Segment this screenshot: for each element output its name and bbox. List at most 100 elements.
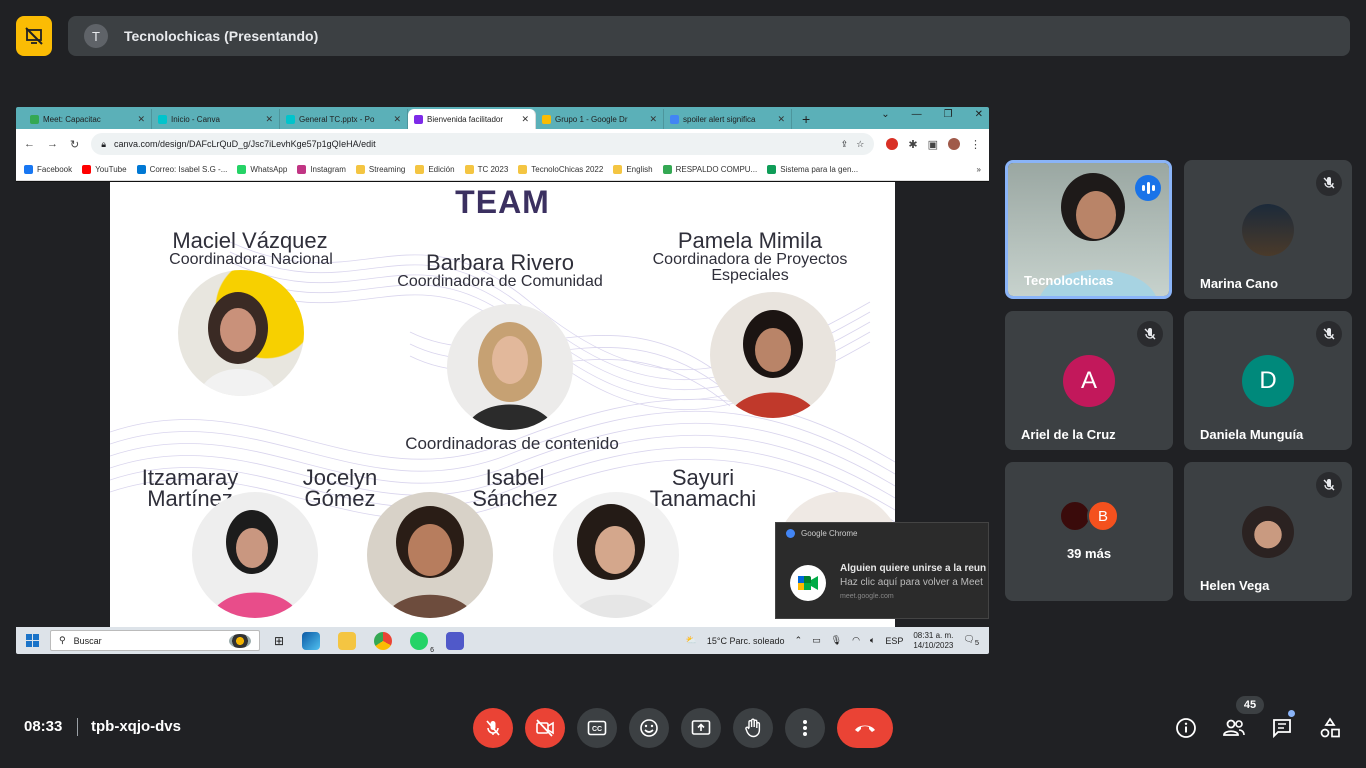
svg-text:CC: CC [592, 726, 602, 733]
address-bar[interactable]: 🔒︎ canva.com/design/DAFcLrQuD_g/Jsc7iLev… [91, 133, 875, 155]
bookmark-folder[interactable]: TecnoloChicas 2022 [518, 165, 603, 174]
browser-tab[interactable]: Inicio - Canva ✕ [152, 109, 280, 129]
wifi-icon[interactable]: ◠ [852, 635, 860, 646]
taskbar-apps: ⊞ 6 [274, 631, 465, 654]
folder-icon [518, 165, 528, 174]
toggle-camera-button[interactable] [525, 708, 565, 748]
tab-search-icon[interactable]: ⌄ [881, 109, 889, 120]
more-bookmarks-icon[interactable]: » [977, 165, 981, 174]
taskbar-clock[interactable]: 08:31 a. m. 14/10/2023 [913, 631, 953, 651]
microphone-icon[interactable]: 🎙︎ [831, 635, 842, 646]
tab-label: Grupo 1 - Google Dr [555, 114, 628, 124]
puzzle-icon[interactable]: ✱ [908, 138, 917, 151]
meet-favicon-icon [30, 114, 39, 124]
extension-icon[interactable] [886, 138, 899, 150]
network-icon[interactable]: ▭ [812, 635, 821, 646]
participant-tile-tecnolochicas[interactable]: Tecnolochicas [1005, 160, 1172, 299]
person-name-line1: Itzamaray [141, 465, 239, 490]
bookmark-item[interactable]: Facebook [24, 165, 72, 174]
close-tab-icon[interactable]: ✕ [265, 114, 273, 125]
reactions-button[interactable] [629, 708, 669, 748]
tray-chevron-icon[interactable]: ⌃ [795, 635, 803, 646]
meeting-details-button[interactable] [1170, 712, 1202, 744]
close-tab-icon[interactable]: ✕ [393, 114, 401, 125]
language-indicator[interactable]: ESP [885, 636, 903, 646]
leave-call-button[interactable] [837, 708, 893, 748]
bookmark-folder[interactable]: TC 2023 [464, 165, 509, 174]
share-icon[interactable]: ⇪ [841, 139, 849, 150]
emoji-icon [640, 719, 658, 737]
file-explorer-icon[interactable] [338, 631, 357, 650]
bookmark-star-icon[interactable]: ☆ [856, 139, 864, 150]
bookmark-label: TC 2023 [477, 165, 509, 174]
close-tab-icon[interactable]: ✕ [137, 114, 145, 125]
browser-tab[interactable]: General TC.pptx - Po ✕ [280, 109, 408, 129]
chrome-notification[interactable]: Google Chrome Alguien quiere unirse a la… [775, 522, 989, 619]
taskbar-search[interactable]: ⚲ Buscar [50, 630, 260, 651]
browser-toolbar: ← → ↻ 🔒︎ canva.com/design/DAFcLrQuD_g/Js… [16, 129, 989, 159]
bookmark-item[interactable]: Correo: Isabel S.G -... [136, 165, 227, 174]
present-now-button[interactable] [681, 708, 721, 748]
bookmark-item[interactable]: YouTube [82, 165, 127, 174]
browser-tab[interactable]: Meet: Capacitac ✕ [24, 109, 152, 129]
bookmark-item[interactable]: WhatsApp [237, 165, 287, 174]
bookmark-label: TecnoloChicas 2022 [531, 165, 604, 174]
edge-icon[interactable] [302, 631, 321, 650]
new-tab-button[interactable]: + [792, 109, 820, 129]
people-button[interactable] [1218, 712, 1250, 744]
more-participants-tile[interactable]: B 39 más [1005, 462, 1173, 601]
speaker-icon[interactable]: 🔈︎ [870, 635, 875, 646]
weather-icon[interactable]: ⛅ [686, 635, 697, 646]
bookmark-folder[interactable]: English [613, 165, 653, 174]
close-window-icon[interactable]: ✕ [975, 109, 983, 120]
participant-initial-avatar: A [1063, 355, 1115, 407]
minimize-icon[interactable]: — [912, 109, 922, 120]
side-panel-icon[interactable]: ▣ [928, 138, 938, 151]
close-tab-icon[interactable]: ✕ [649, 114, 657, 125]
menu-dots-icon[interactable]: ⋮ [970, 138, 981, 151]
browser-tab[interactable]: spoiler alert significa ✕ [664, 109, 792, 129]
maximize-icon[interactable]: ❐ [944, 109, 953, 120]
teams-icon[interactable] [446, 631, 465, 650]
more-options-button[interactable] [785, 708, 825, 748]
close-tab-icon[interactable]: ✕ [777, 114, 785, 125]
bookmark-label: Facebook [37, 165, 73, 174]
photo-barbara [447, 304, 573, 430]
chat-button[interactable] [1266, 712, 1298, 744]
bookmark-item[interactable]: RESPALDO COMPU... [662, 165, 757, 174]
bookmark-item[interactable]: Sistema para la gen... [767, 165, 858, 174]
bookmark-item[interactable]: Instagram [297, 165, 346, 174]
search-highlight-icon [229, 633, 251, 648]
activities-button[interactable] [1314, 712, 1346, 744]
toggle-microphone-button[interactable] [473, 708, 513, 748]
back-icon[interactable]: ← [24, 138, 35, 150]
whatsapp-taskbar-icon[interactable]: 6 [410, 631, 434, 654]
task-view-icon[interactable]: ⊞ [274, 634, 284, 648]
participant-tile-marina[interactable]: Marina Cano [1184, 160, 1352, 299]
chrome-taskbar-icon[interactable] [374, 631, 393, 650]
participant-tile-ariel[interactable]: A Ariel de la Cruz [1005, 311, 1173, 450]
participant-avatar [1242, 204, 1294, 256]
bookmark-folder[interactable]: Streaming [355, 165, 405, 174]
camera-off-icon [536, 719, 554, 737]
captions-button[interactable]: CC [577, 708, 617, 748]
profile-avatar[interactable] [948, 138, 960, 150]
reload-icon[interactable]: ↻ [70, 138, 79, 151]
browser-tab[interactable]: Grupo 1 - Google Dr ✕ [536, 109, 664, 129]
person-role: Coordinadora de Proyectos [652, 251, 848, 268]
close-tab-icon[interactable]: ✕ [521, 114, 529, 125]
raise-hand-button[interactable] [733, 708, 773, 748]
stop-presenting-button[interactable] [16, 16, 52, 56]
forward-icon[interactable]: → [47, 138, 58, 150]
participant-avatar [1242, 506, 1294, 558]
participant-tile-helen[interactable]: Helen Vega [1184, 462, 1352, 601]
browser-tab-active[interactable]: Bienvenida facilitador ✕ [408, 109, 536, 129]
clock-date: 14/10/2023 [913, 640, 954, 650]
bookmark-folder[interactable]: Edición [415, 165, 455, 174]
windows-start-icon[interactable] [26, 634, 39, 647]
weather-text[interactable]: 15°C Parc. soleado [707, 636, 785, 646]
meeting-time: 08:33 [24, 718, 63, 735]
notification-center-icon[interactable]: 🗨︎5 [963, 634, 979, 647]
mic-off-icon [1316, 472, 1342, 498]
participant-tile-daniela[interactable]: D Daniela Munguía [1184, 311, 1352, 450]
